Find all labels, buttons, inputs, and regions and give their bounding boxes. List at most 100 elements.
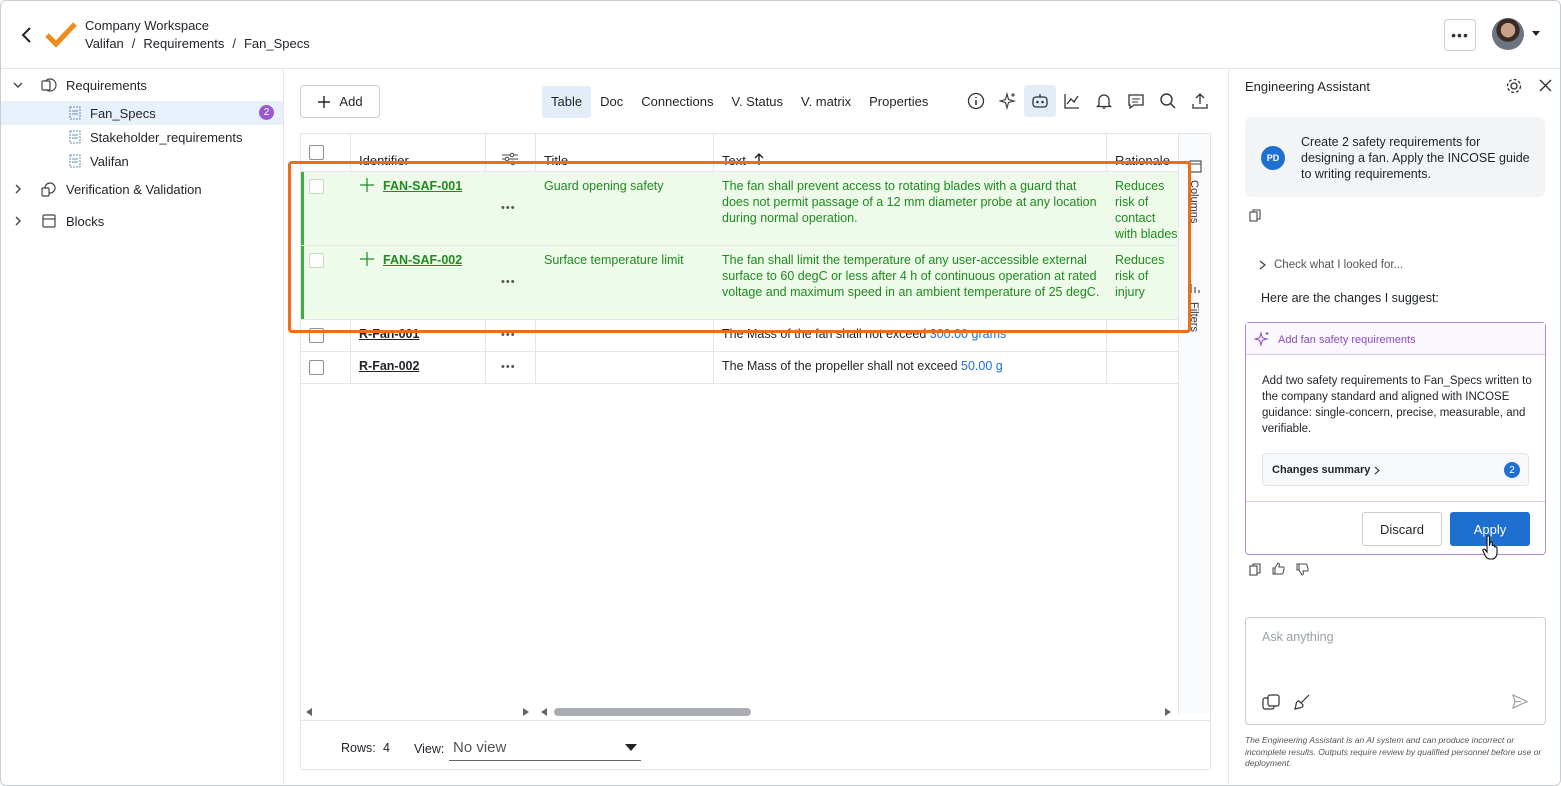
robot-icon[interactable] <box>1024 85 1056 117</box>
breadcrumb-item[interactable]: Valifan <box>85 36 124 51</box>
tab-v-matrix[interactable]: V. matrix <box>792 86 860 118</box>
horizontal-scrollbar[interactable] <box>301 704 1178 720</box>
chevron-down-icon <box>13 82 23 88</box>
tree-item-stakeholder-requirements[interactable]: Stakeholder_requirements <box>1 125 283 149</box>
requirement-id-link[interactable]: FAN-SAF-002 <box>383 252 462 268</box>
chevron-right-icon <box>1374 466 1380 475</box>
tree-item-label: Blocks <box>66 213 105 229</box>
back-button[interactable] <box>17 25 37 45</box>
tab-connections[interactable]: Connections <box>632 86 722 118</box>
tree-item-valifan[interactable]: Valifan <box>1 149 283 173</box>
requirement-id-link[interactable]: FAN-SAF-001 <box>383 178 462 194</box>
requirement-text[interactable]: The fan shall limit the temperature of a… <box>722 252 1102 300</box>
select-all-checkbox[interactable] <box>309 145 324 160</box>
export-icon[interactable] <box>1184 85 1216 117</box>
block-icon <box>42 214 56 228</box>
requirement-rationale[interactable]: Reduces risk of injury during intended o… <box>1115 252 1179 300</box>
breadcrumb-item[interactable]: Requirements <box>143 36 224 51</box>
chevron-down-icon[interactable] <box>1532 31 1540 36</box>
avatar[interactable] <box>1492 18 1524 50</box>
tree-item-requirements[interactable]: Requirements <box>1 73 283 97</box>
row-actions-button[interactable]: ••• <box>501 202 516 214</box>
tab-table[interactable]: Table <box>542 85 592 118</box>
requirement-id-link[interactable]: R-Fan-001 <box>359 326 419 342</box>
document-icon <box>69 130 81 144</box>
info-icon[interactable] <box>960 85 992 117</box>
rows-count: 4 <box>383 741 390 755</box>
send-icon[interactable] <box>1512 694 1528 709</box>
tool-icons <box>960 85 1216 117</box>
view-select-value: No view <box>453 739 507 756</box>
bell-icon[interactable] <box>1088 85 1120 117</box>
breadcrumb-separator: / <box>232 36 236 51</box>
requirement-title[interactable]: Surface temperature limit <box>544 252 684 268</box>
assistant-panel: Engineering Assistant PD Create 2 safety… <box>1228 69 1560 785</box>
row-checkbox[interactable] <box>309 328 324 343</box>
top-bar: Company Workspace Valifan / Requirements… <box>1 1 1560 69</box>
requirement-value: 300.00 <box>929 327 969 341</box>
view-label: View: <box>414 742 445 756</box>
filters-toggle[interactable]: Filters <box>1188 302 1200 332</box>
tree-item-fan-specs[interactable]: Fan_Specs 2 <box>1 101 283 125</box>
search-icon[interactable] <box>1152 85 1184 117</box>
attach-context-icon[interactable] <box>1262 694 1280 710</box>
sparkle-icon <box>1254 331 1269 347</box>
requirement-title[interactable]: Guard opening safety <box>544 178 664 194</box>
ask-input-placeholder: Ask anything <box>1262 630 1334 644</box>
column-header-title[interactable]: Title <box>544 134 568 172</box>
row-actions-button[interactable]: ••• <box>501 361 516 373</box>
table-row[interactable]: R-Fan-002 ••• The Mass of the propeller … <box>301 352 1178 384</box>
plus-icon <box>360 178 374 192</box>
column-settings-icon[interactable] <box>501 134 519 172</box>
changes-summary-button[interactable]: Changes summary 2 <box>1262 453 1529 486</box>
requirement-text[interactable]: The fan shall prevent access to rotating… <box>722 178 1102 226</box>
breadcrumb-item[interactable]: Fan_Specs <box>244 36 310 51</box>
gear-icon[interactable] <box>1505 77 1523 95</box>
scrollbar-thumb[interactable] <box>554 708 751 716</box>
ai-disclaimer: The Engineering Assistant is an AI syste… <box>1245 735 1542 768</box>
requirement-text[interactable]: The Mass of the fan shall not exceed 300… <box>722 326 1006 342</box>
tab-properties[interactable]: Properties <box>860 86 937 118</box>
close-icon[interactable] <box>1539 79 1552 92</box>
row-actions-button[interactable]: ••• <box>501 329 516 341</box>
requirement-unit: grams <box>971 327 1007 341</box>
add-button[interactable]: Add <box>300 85 380 118</box>
table-row[interactable]: FAN-SAF-001 ••• Guard opening safety The… <box>301 172 1178 246</box>
check-sources-toggle[interactable]: Check what I looked for... <box>1259 259 1403 271</box>
suggestion-card-title: Add fan safety requirements <box>1278 334 1416 346</box>
tree-item-label: Fan_Specs <box>90 105 156 121</box>
tab-v-status[interactable]: V. Status <box>722 86 792 118</box>
column-header-identifier[interactable]: Identifier <box>359 134 409 172</box>
table-row[interactable]: R-Fan-001 ••• The Mass of the fan shall … <box>301 320 1178 352</box>
more-options-button[interactable]: ••• <box>1444 19 1476 51</box>
tree-item-label: Stakeholder_requirements <box>90 129 243 145</box>
side-panel-strip: Columns Filters <box>1178 134 1210 714</box>
tree-item-blocks[interactable]: Blocks <box>1 209 283 233</box>
table-row[interactable]: FAN-SAF-002 ••• Surface temperature limi… <box>301 246 1178 320</box>
thumbs-down-icon[interactable] <box>1296 563 1309 576</box>
scroll-right-icon <box>1165 708 1171 716</box>
requirement-rationale[interactable]: Reduces risk of contact with blades duri… <box>1115 178 1179 242</box>
view-select[interactable]: No view <box>449 731 641 761</box>
row-checkbox[interactable] <box>309 360 324 375</box>
requirement-text[interactable]: The Mass of the propeller shall not exce… <box>722 358 1003 374</box>
changes-count-badge: 2 <box>1504 462 1520 478</box>
discard-button[interactable]: Discard <box>1362 512 1442 546</box>
row-checkbox[interactable] <box>309 179 324 194</box>
requirement-id-link[interactable]: R-Fan-002 <box>359 358 419 374</box>
column-header-text[interactable]: Text <box>722 134 764 172</box>
row-actions-button[interactable]: ••• <box>501 276 516 288</box>
tab-doc[interactable]: Doc <box>591 86 632 118</box>
comment-icon[interactable] <box>1120 85 1152 117</box>
tree-item-verification-validation[interactable]: Verification & Validation <box>1 177 283 201</box>
copy-icon[interactable] <box>1249 209 1261 222</box>
row-checkbox[interactable] <box>309 253 324 268</box>
column-header-rationale[interactable]: Rationale <box>1115 134 1170 172</box>
thumbs-up-icon[interactable] <box>1272 562 1285 575</box>
brush-icon[interactable] <box>1294 694 1310 710</box>
ask-input[interactable]: Ask anything <box>1245 617 1546 725</box>
sparkle-icon[interactable] <box>992 85 1024 117</box>
columns-toggle[interactable]: Columns <box>1188 180 1200 223</box>
copy-icon[interactable] <box>1249 563 1261 576</box>
chart-icon[interactable] <box>1056 85 1088 117</box>
